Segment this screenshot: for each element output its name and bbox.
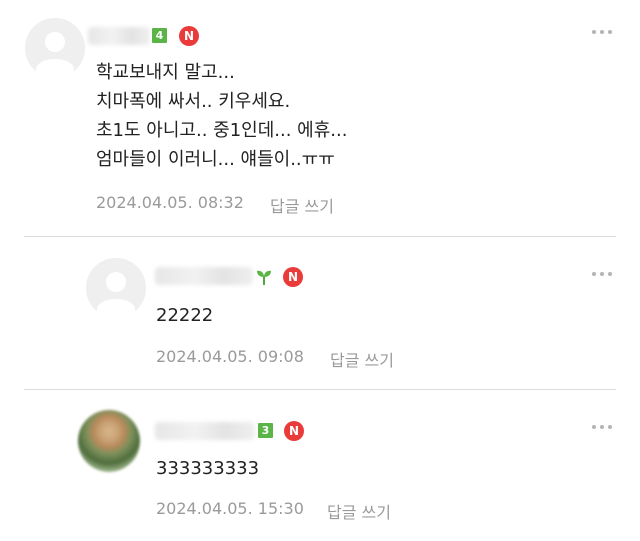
reply-button[interactable]: 답글 쓰기 [270,193,334,217]
new-badge: N [284,421,304,441]
comment-date: 2024.04.05. 15:30 [156,499,304,518]
user-avatar-icon [86,258,146,318]
comment-2: N 22222 2024.04.05. 09:08 답글 쓰기 [0,237,640,389]
avatar[interactable] [86,258,146,318]
nickname-blurred[interactable] [155,422,255,440]
more-dots-icon[interactable] [588,22,618,42]
avatar[interactable] [78,410,140,472]
comment-text-line: 학교보내지 말고... [96,62,235,83]
nickname-blurred[interactable] [155,267,253,285]
comment-date: 2024.04.05. 09:08 [156,347,304,366]
reply-button[interactable]: 답글 쓰기 [330,347,394,371]
avatar[interactable] [25,18,85,78]
more-dots-icon[interactable] [588,417,618,437]
comment-text-line: 초1도 아니고.. 중1인데... 에휴... [96,120,348,141]
new-badge: N [179,26,199,46]
comment-3: 3 N 333333333 2024.04.05. 15:30 답글 쓰기 [0,390,640,541]
reply-button[interactable]: 답글 쓰기 [327,499,391,523]
more-dots-icon[interactable] [588,264,618,284]
comment-text-line: 333333333 [156,458,260,479]
comment-text-line: 치마폭에 싸서.. 키우세요. [96,91,291,112]
level-badge: 4 [152,28,167,43]
sprout-icon [257,270,271,285]
nickname-blurred[interactable] [88,27,150,45]
user-avatar-icon [25,18,85,78]
comment-text-line: 22222 [156,305,214,326]
new-badge: N [283,267,303,287]
comment-1: 4 N 학교보내지 말고... 치마폭에 싸서.. 키우세요. 초1도 아니고.… [0,0,640,236]
comment-date: 2024.04.05. 08:32 [96,193,244,212]
comment-text-line: 엄마들이 이러니... 얘들이..ㅠㅠ [96,149,335,170]
level-badge: 3 [258,423,273,438]
